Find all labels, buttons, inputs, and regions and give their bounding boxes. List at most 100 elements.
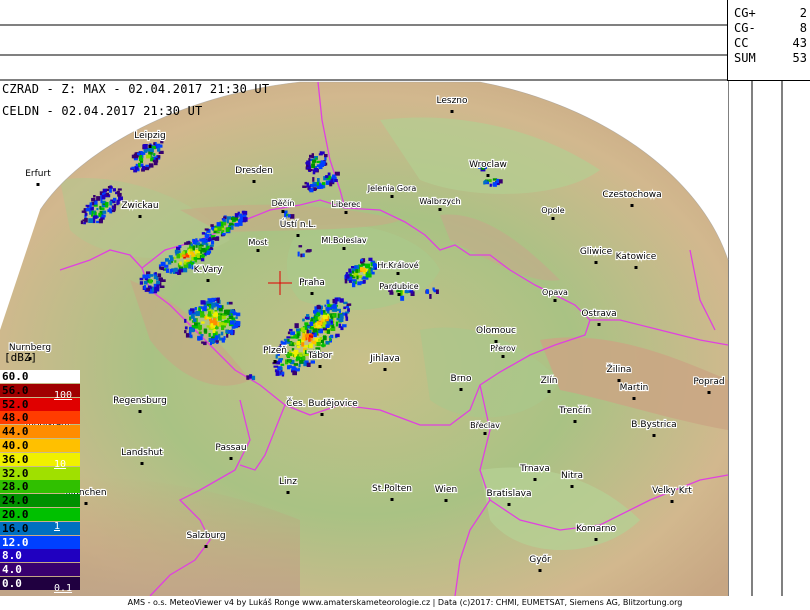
legend-level: 20.0: [0, 508, 80, 521]
radar-echo-cell: [89, 204, 92, 208]
legend-level: 32.0: [0, 466, 80, 480]
city-label: Přerov: [490, 344, 516, 353]
radar-echo-cell: [222, 218, 225, 221]
city-label: Wroclaw: [469, 160, 507, 170]
cg-plus-row: CG+ 2: [734, 6, 807, 20]
city-label: Landshut: [121, 448, 163, 458]
radar-echo-cell: [154, 272, 157, 275]
radar-echo-cell: [235, 316, 238, 319]
city-label: Passau: [215, 443, 246, 453]
radar-echo-cell: [174, 260, 177, 263]
radar-echo-cell: [342, 324, 347, 328]
radar-echo-cell: [289, 328, 293, 332]
radar-echo-cell: [94, 211, 97, 216]
radar-echo-cell: [232, 312, 237, 316]
radar-echo-cell: [216, 222, 221, 227]
radar-echo-cell: [293, 349, 299, 355]
city-label: Ml.Boleslav: [321, 236, 366, 245]
radar-echo-cell: [167, 259, 172, 265]
radar-echo-cell: [361, 267, 366, 272]
radar-echo-cell: [139, 281, 143, 285]
radar-echo-cell: [144, 167, 150, 171]
radar-echo-cell: [360, 258, 364, 262]
city-label: Walbrzych: [419, 197, 460, 206]
radar-echo-cell: [133, 155, 139, 159]
radar-echo-cell: [275, 371, 280, 376]
legend-level: 40.0: [0, 439, 80, 452]
radar-echo-cell: [200, 300, 206, 305]
radar-echo-cell: [200, 254, 205, 258]
cc-value: 43: [792, 36, 807, 50]
radar-echo-cell: [81, 210, 86, 213]
city-dot: [273, 360, 277, 363]
map-area: Leszno Leipzig Wroclaw Erfurt Dresden Jelenia…: [0, 81, 729, 597]
city-dot: [140, 462, 144, 465]
radar-echo-cell: [157, 273, 162, 278]
radar-echo-cell: [249, 374, 253, 379]
radar-echo-cell: [296, 341, 301, 345]
radar-echo-cell: [199, 328, 202, 331]
city-dot: [634, 266, 638, 269]
radar-echo-cell: [153, 153, 156, 156]
radar-echo-cell: [316, 305, 321, 310]
radar-echo-cell: [352, 270, 355, 274]
legend-level: 8.0: [0, 549, 80, 563]
city-dot: [396, 272, 400, 275]
radar-echo-cell: [210, 246, 213, 249]
radar-echo-cell: [313, 318, 316, 323]
radar-echo-cell: [85, 207, 91, 212]
radar-echo-cell: [295, 363, 298, 366]
radar-echo-cell: [146, 154, 151, 159]
city-dot: [617, 379, 621, 382]
radar-echo-cell: [200, 257, 205, 262]
radar-echo-cell: [231, 217, 235, 221]
radar-product-header: CZRAD - Z: MAX - 02.04.2017 21:30 UT: [2, 82, 270, 96]
radar-echo-cell: [148, 163, 154, 168]
radar-echo-cell: [142, 274, 148, 279]
legend-level: 12.0: [0, 535, 80, 549]
radar-echo-cell: [498, 179, 503, 184]
city-dot: [206, 279, 210, 282]
radar-echo-cell: [223, 336, 226, 341]
lightning-product-header: CELDN - 02.04.2017 21:30 UT: [2, 104, 203, 118]
radar-echo-cell: [196, 242, 201, 246]
radar-echo-cell: [224, 319, 228, 323]
radar-echo-cell: [226, 216, 232, 220]
city-label: Děčín: [272, 198, 295, 208]
radar-echo-cell: [325, 324, 330, 329]
radar-echo-cell: [345, 313, 348, 318]
radar-echo-cell: [326, 329, 331, 334]
radar-echo-cell: [238, 213, 242, 217]
radar-echo-cell: [203, 341, 207, 346]
cc-row: CC 43: [734, 36, 807, 50]
city-label: Zlín: [541, 376, 558, 386]
radar-echo-cell: [435, 289, 439, 294]
radar-echo-cell: [200, 334, 204, 337]
radar-echo-cell: [489, 183, 492, 187]
radar-echo-cell: [488, 179, 492, 183]
radar-echo-cell: [185, 259, 190, 262]
radar-echo-cell: [89, 210, 92, 215]
radar-echo-cell: [147, 285, 152, 288]
radar-echo-cell: [343, 306, 347, 310]
radar-echo-cell: [96, 207, 99, 211]
lightning-counts-panel: CG+ 2 CG- 8 CC 43 SUM 53: [727, 0, 810, 81]
radar-echo-cell: [230, 320, 235, 325]
radar-echo-cell: [230, 331, 234, 335]
radar-echo-cell: [190, 314, 195, 319]
city-label: Leipzig: [134, 131, 166, 141]
radar-echo-cell: [165, 268, 170, 273]
radar-echo-cell: [313, 167, 318, 172]
radar-echo-cell: [334, 301, 338, 305]
city-label: Trenčín: [558, 405, 591, 416]
radar-echo-cell: [96, 220, 99, 224]
radar-echo-cell: [174, 249, 178, 254]
radar-echo-cell: [206, 245, 210, 249]
radar-echo-cell: [302, 355, 306, 360]
radar-echo-cell: [344, 278, 348, 284]
radar-echo-cell: [226, 333, 229, 338]
city-label: Jihlava: [369, 354, 400, 364]
radar-echo-cell: [313, 328, 318, 333]
radar-echo-cell: [313, 310, 317, 314]
city-dot: [310, 292, 314, 295]
